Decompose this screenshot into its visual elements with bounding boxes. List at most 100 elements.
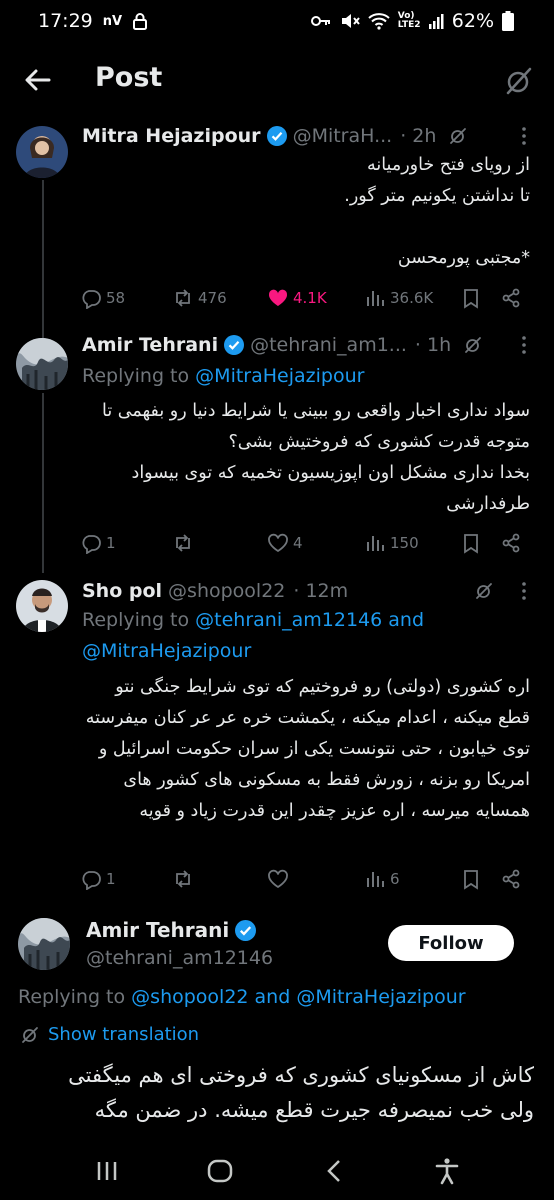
verified-badge-icon [224,335,245,355]
back-button[interactable] [22,64,54,96]
author-name[interactable]: Sho pol [82,580,162,602]
repost-button[interactable] [172,532,267,554]
more-options-icon[interactable] [514,335,534,355]
heart-icon [268,869,288,889]
show-translation-label: Show translation [48,1024,200,1045]
repost-button[interactable] [172,868,267,890]
like-button[interactable]: 4.1K [267,287,364,309]
views-count: 150 [390,534,419,552]
bookmark-button[interactable] [460,868,500,890]
chevron-left-icon [326,1160,340,1182]
views-button[interactable]: 36.6K [364,287,460,309]
reply-button[interactable]: 1 [80,532,172,554]
bookmark-button[interactable] [460,287,500,309]
tweet-header: Sho pol @shopool22 · 12m [82,577,534,605]
home-icon [208,1159,233,1183]
reply-count: 1 [106,870,116,888]
tweet-header: Amir Tehrani @tehrani_am1... · 1h [82,331,534,359]
battery-icon [502,11,514,31]
share-button[interactable] [500,287,522,309]
follow-button[interactable]: Follow [388,925,514,961]
replying-to-link[interactable]: @MitraHejazipour [195,365,364,387]
views-icon [367,536,384,551]
show-translation-button[interactable]: Show translation [20,1024,199,1045]
views-count: 6 [390,870,400,888]
author-handle[interactable]: @MitraH... [293,125,393,147]
lock-icon [133,13,148,30]
thread-line [42,180,44,338]
focus-author-handle[interactable]: @tehrani_am12146 [86,947,273,969]
focus-author-name-row: Amir Tehrani [86,918,257,942]
wifi-icon [368,13,390,30]
mute-icon [341,14,360,28]
grok-button[interactable] [502,64,536,98]
reply-count: 58 [106,289,126,307]
replying-to-link-2[interactable]: @MitraHejazipour [82,640,251,662]
grok-icon[interactable] [474,581,494,601]
like-button[interactable]: 4 [267,532,364,554]
views-icon [367,291,384,306]
grok-icon [22,1026,38,1043]
avatar[interactable] [16,580,68,632]
repost-count: 476 [198,289,227,307]
share-icon [502,869,520,889]
tweet-actions: 1 4 150 [80,528,538,558]
tweet-text: اره کشوری (دولتی) رو فروختیم که توی شرای… [85,677,530,821]
reply-button[interactable]: 1 [80,868,172,890]
bookmark-button[interactable] [460,532,500,554]
reply-button[interactable]: 58 [80,287,172,309]
timestamp[interactable]: · 2h [400,125,436,147]
recents-button[interactable] [82,1151,132,1191]
replying-prefix: Replying to [82,365,190,387]
app-header: Post [0,48,554,112]
timestamp[interactable]: · 12m [293,580,348,602]
repost-icon [176,870,190,888]
share-button[interactable] [500,532,522,554]
more-options-icon[interactable] [514,126,534,146]
signal-icon [428,14,444,29]
focus-author-name[interactable]: Amir Tehrani [86,918,229,942]
system-nav-bar [0,1142,554,1200]
replying-to: Replying to @MitraHejazipour [82,361,534,392]
like-button[interactable] [267,868,364,890]
focus-avatar[interactable] [18,918,70,970]
key-icon [310,16,330,26]
replying-prefix: Replying to [82,609,190,631]
battery-percent: 62% [451,10,494,32]
like-count: 4.1K [293,289,327,307]
author-handle[interactable]: @tehrani_am1... [250,334,407,356]
accessibility-button[interactable] [422,1151,472,1191]
author-name[interactable]: Mitra Hejazipour [82,125,261,147]
status-bar: 17:29 nV Vo) LTE2 62% [0,0,554,42]
bookmark-icon [464,870,478,890]
verified-badge-icon [266,126,287,146]
avatar[interactable] [16,126,68,178]
views-icon [367,872,384,887]
bookmark-icon [464,534,478,554]
replying-to-link[interactable]: @tehrani_am12146 and [195,609,424,631]
views-button[interactable]: 150 [364,532,460,554]
reply-icon [82,535,101,554]
replying-prefix: Replying to [18,986,126,1008]
system-back-button[interactable] [309,1151,359,1191]
share-button[interactable] [500,868,522,890]
tweet-text: سواد نداری اخبار واقعی رو ببینی یا شرایط… [101,401,530,514]
tweet-text: از رویای فتح خاورمیانه تا نداشتن یکونیم … [344,155,530,268]
author-handle[interactable]: @shopool22 [168,580,285,602]
grok-icon[interactable] [448,126,468,146]
views-button[interactable]: 6 [364,868,460,890]
carrier-mark: nV [102,13,123,29]
more-options-icon[interactable] [514,581,534,601]
replying-to-link[interactable]: @shopool22 and @MitraHejazipour [131,986,465,1008]
avatar[interactable] [16,338,68,390]
grok-icon[interactable] [463,335,483,355]
repost-button[interactable]: 476 [172,287,267,309]
replying-to: Replying to @tehrani_am12146 and @MitraH… [82,605,534,667]
repost-icon [176,534,190,552]
status-time: 17:29 [38,10,93,32]
home-button[interactable] [195,1151,245,1191]
timestamp[interactable]: · 1h [415,334,451,356]
tweet-actions: 58 476 4.1K 36.6K [80,283,538,313]
heart-icon [268,533,288,553]
author-name[interactable]: Amir Tehrani [82,334,218,356]
